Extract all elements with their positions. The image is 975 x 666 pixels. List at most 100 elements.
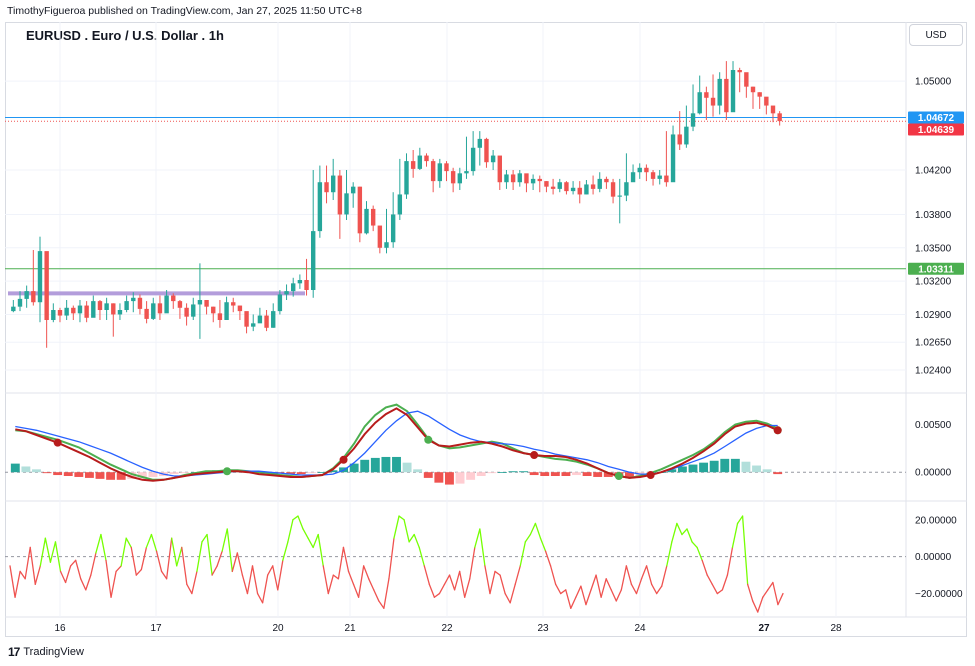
- histogram-bar: [593, 472, 603, 477]
- candle-body: [231, 302, 236, 306]
- footer-branding[interactable]: 17 TradingView: [8, 645, 84, 659]
- candle-body: [184, 307, 189, 317]
- x-tick-label: 20: [272, 623, 284, 634]
- chart-canvas[interactable]: 16 17 20 21 22 23 24 27 28 1.05000 1.04200 1.03800 1…: [0, 0, 975, 666]
- oscillator-segment: [64, 565, 72, 584]
- candle-body: [517, 173, 522, 183]
- histogram-bar: [63, 472, 73, 476]
- oscillator-segment: [287, 519, 294, 543]
- candle-body: [437, 163, 443, 182]
- y-tick-label: 1.03800: [915, 210, 952, 221]
- oscillator-segment: [29, 546, 36, 585]
- oscillator-segment: [549, 565, 557, 585]
- oscillator-segment: [251, 565, 259, 595]
- candle-body: [117, 310, 123, 315]
- candle-body: [604, 178, 609, 183]
- candle-body: [204, 300, 209, 307]
- y-tick-label: 1.02400: [915, 366, 952, 377]
- candle-body: [684, 126, 689, 145]
- oscillator-segment: [752, 600, 759, 613]
- oscillator-segment: [438, 583, 446, 595]
- oscillator-segment: [514, 565, 521, 585]
- candle-body: [330, 175, 336, 193]
- oscillator-segment: [302, 528, 309, 539]
- oscillator-segment: [620, 565, 628, 591]
- oscillator-segment: [757, 596, 764, 613]
- oscillator-segment: [120, 537, 127, 567]
- y-tick-label: 1.02650: [915, 338, 952, 349]
- price-label-text: 1.04672: [918, 113, 955, 124]
- candle-body: [297, 280, 303, 284]
- oscillator-segment: [519, 541, 526, 567]
- oscillator-segment: [777, 592, 784, 606]
- histogram-bar: [540, 472, 550, 476]
- oscillator-segment: [231, 552, 239, 573]
- histogram-bar: [413, 469, 423, 473]
- histogram-bar: [307, 472, 317, 474]
- oscillator-segment: [297, 515, 304, 530]
- oscillator-segment: [448, 574, 456, 591]
- candle-body: [644, 167, 649, 173]
- oscillator-segment: [650, 583, 658, 595]
- oscillator-segment: [155, 550, 163, 573]
- oscillator-segment: [75, 559, 82, 580]
- oscillator-segment: [767, 581, 774, 591]
- candle-body: [584, 184, 589, 195]
- histogram-bar: [550, 472, 560, 476]
- candle-body: [104, 303, 109, 310]
- oscillator-segment: [347, 570, 355, 585]
- oscillator-segment: [181, 546, 188, 585]
- oscillator-segment: [595, 574, 602, 598]
- candle-body: [131, 297, 136, 302]
- oscillator-segment: [645, 565, 653, 585]
- histogram-bar: [730, 458, 740, 473]
- candle-body: [97, 301, 103, 310]
- x-tick-label: 21: [344, 623, 356, 634]
- candle-body: [530, 178, 536, 184]
- cross-signal-dot: [530, 451, 539, 460]
- candle-body: [537, 178, 542, 182]
- oscillator-segment: [256, 592, 264, 604]
- histogram-bar: [529, 472, 539, 476]
- candle-body: [157, 303, 163, 314]
- y-tick-label: 0.00000: [915, 468, 952, 479]
- candle-body: [37, 251, 43, 303]
- oscillator-segment: [534, 522, 542, 539]
- candle-body: [217, 313, 223, 320]
- histogram-bar: [508, 471, 518, 473]
- oscillator-segment: [711, 583, 718, 595]
- oscillator-segment: [186, 583, 193, 595]
- oscillator-segment: [332, 574, 340, 580]
- oscillator-segment: [352, 583, 360, 598]
- histogram-bar: [402, 462, 412, 473]
- oscillator-segment: [95, 533, 102, 554]
- oscillator-segment: [640, 565, 648, 580]
- histogram-bar: [169, 472, 179, 475]
- oscillator-segment: [317, 533, 324, 567]
- candle-body: [397, 194, 403, 215]
- candle-body: [777, 113, 782, 122]
- oscillator-segment: [171, 537, 178, 567]
- candle-body: [650, 172, 656, 179]
- candle-body: [690, 113, 696, 127]
- oscillator-segment: [696, 546, 703, 561]
- oscillator-segment: [524, 533, 532, 543]
- candle-body: [550, 186, 556, 189]
- candle-body: [704, 92, 709, 98]
- oscillator-segment: [423, 565, 430, 585]
- oscillator-segment: [529, 522, 537, 536]
- oscillator-segment: [115, 565, 122, 573]
- oscillator-segment: [206, 533, 213, 576]
- candle-body: [764, 96, 769, 106]
- cross-signal-dot: [339, 455, 348, 464]
- oscillator-segment: [686, 528, 693, 543]
- candle-body: [124, 301, 129, 310]
- candle-body: [617, 195, 622, 197]
- histogram-bar: [677, 466, 687, 473]
- oscillator-segment: [499, 574, 506, 595]
- candle-body: [564, 182, 569, 192]
- candle-body: [457, 173, 463, 184]
- candle-body: [171, 295, 176, 302]
- x-tick-label: 28: [830, 623, 842, 634]
- oscillator-segment: [357, 565, 365, 598]
